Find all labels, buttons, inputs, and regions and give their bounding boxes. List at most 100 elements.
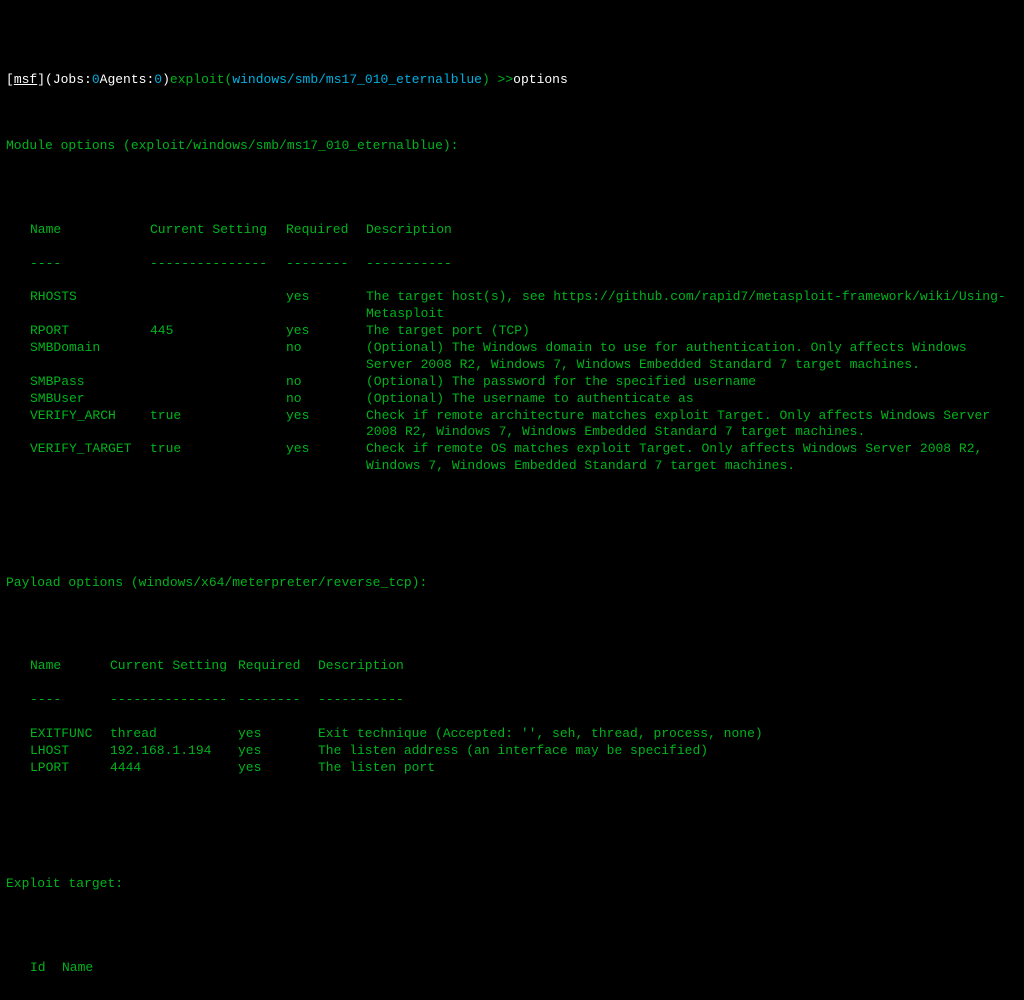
row-description: The listen address (an interface may be … [318,743,1018,760]
row-name: VERIFY_ARCH [30,408,150,442]
exploit-target-table: IdName ------ 0Automatic Target [6,943,1018,1000]
target-header-row: IdName [30,960,1018,977]
prompt-exploit-path: windows/smb/ms17_010_eternalblue [232,72,482,89]
row-required: yes [286,289,366,323]
row-setting: true [150,408,286,442]
prompt-command: options [513,72,568,89]
dash-description: ----------- [318,692,1018,709]
row-setting: thread [110,726,238,743]
dash-setting: --------------- [150,256,286,273]
blank-line [6,843,1018,859]
prompt-close-exploit: ) >> [482,72,513,89]
dash-setting: --------------- [110,692,238,709]
prompt-jobs-label: (Jobs: [45,72,92,89]
payload-row: EXITFUNCthreadyesExit technique (Accepte… [30,726,1018,743]
row-required: yes [238,743,318,760]
module-dash-row: -------------------------------------- [30,256,1018,273]
dash-required: -------- [286,256,366,273]
row-name: RHOSTS [30,289,150,323]
col-name: Name [62,960,1018,977]
row-required: no [286,374,366,391]
prompt-msf: msf [14,72,37,89]
row-required: no [286,340,366,374]
row-required: yes [238,760,318,777]
blank-line [6,910,1018,926]
row-description: (Optional) The password for the specifie… [366,374,1018,391]
prompt-agents-count: 0 [154,72,162,89]
module-row: VERIFY_TARGETtrueyesCheck if remote OS m… [30,441,1018,475]
blank-line [6,810,1018,826]
dash-name: ---- [62,993,1018,1000]
col-description: Description [366,222,1018,239]
dash-name: ---- [30,692,110,709]
prompt-jobs-count: 0 [92,72,100,89]
row-description: Exit technique (Accepted: '', seh, threa… [318,726,1018,743]
module-row: SMBPass no(Optional) The password for the… [30,374,1018,391]
row-description: Check if remote architecture matches exp… [366,408,1018,442]
dash-name: ---- [30,256,150,273]
payload-header-row: NameCurrent SettingRequiredDescription [30,658,1018,675]
row-description: The target port (TCP) [366,323,1018,340]
module-row: SMBUser no(Optional) The username to auth… [30,391,1018,408]
module-row: SMBDomain no(Optional) The Windows domain… [30,340,1018,374]
prompt-bracket-open: [ [6,72,14,89]
row-description: (Optional) The username to authenticate … [366,391,1018,408]
dash-id: -- [30,993,62,1000]
row-setting [150,374,286,391]
module-row: RPORT445yesThe target port (TCP) [30,323,1018,340]
payload-dash-row: -------------------------------------- [30,692,1018,709]
row-description: (Optional) The Windows domain to use for… [366,340,1018,374]
row-name: EXITFUNC [30,726,110,743]
col-id: Id [30,960,62,977]
dash-required: -------- [238,692,318,709]
prompt-line[interactable]: [msf](Jobs:0 Agents:0) exploit(windows/s… [6,72,1018,89]
col-required: Required [286,222,366,239]
module-header-row: NameCurrent SettingRequiredDescription [30,222,1018,239]
row-name: SMBDomain [30,340,150,374]
prompt-agents-label: Agents: [100,72,155,89]
row-name: SMBPass [30,374,150,391]
row-description: The listen port [318,760,1018,777]
dash-description: ----------- [366,256,1018,273]
row-setting [150,391,286,408]
row-setting [150,289,286,323]
module-options-table: NameCurrent SettingRequiredDescription -… [6,205,1018,492]
row-name: SMBUser [30,391,150,408]
target-dash-row: ------ [30,993,1018,1000]
payload-options-table: NameCurrent SettingRequiredDescription -… [6,641,1018,793]
row-setting [150,340,286,374]
row-setting: 445 [150,323,286,340]
col-setting: Current Setting [150,222,286,239]
prompt-exploit-label: exploit( [170,72,232,89]
row-required: yes [286,323,366,340]
row-name: VERIFY_TARGET [30,441,150,475]
row-description: Check if remote OS matches exploit Targe… [366,441,1018,475]
blank-line [6,105,1018,121]
prompt-close-paren: ) [162,72,170,89]
payload-row: LPORT4444yesThe listen port [30,760,1018,777]
row-description: The target host(s), see https://github.c… [366,289,1018,323]
row-setting: true [150,441,286,475]
payload-options-header: Payload options (windows/x64/meterpreter… [6,575,1018,592]
exploit-target-header: Exploit target: [6,876,1018,893]
prompt-bracket-close: ] [37,72,45,89]
row-setting: 4444 [110,760,238,777]
row-required: no [286,391,366,408]
blank-line [6,172,1018,188]
row-name: LPORT [30,760,110,777]
blank-line [6,509,1018,525]
blank-line [6,542,1018,558]
module-row: RHOSTS yesThe target host(s), see https:/… [30,289,1018,323]
payload-row: LHOST192.168.1.194yesThe listen address … [30,743,1018,760]
module-row: VERIFY_ARCHtrueyesCheck if remote archit… [30,408,1018,442]
row-required: yes [286,408,366,442]
col-name: Name [30,222,150,239]
row-setting: 192.168.1.194 [110,743,238,760]
row-name: LHOST [30,743,110,760]
col-name: Name [30,658,110,675]
module-options-header: Module options (exploit/windows/smb/ms17… [6,138,1018,155]
row-required: yes [286,441,366,475]
blank-line [6,609,1018,625]
col-required: Required [238,658,318,675]
col-description: Description [318,658,1018,675]
